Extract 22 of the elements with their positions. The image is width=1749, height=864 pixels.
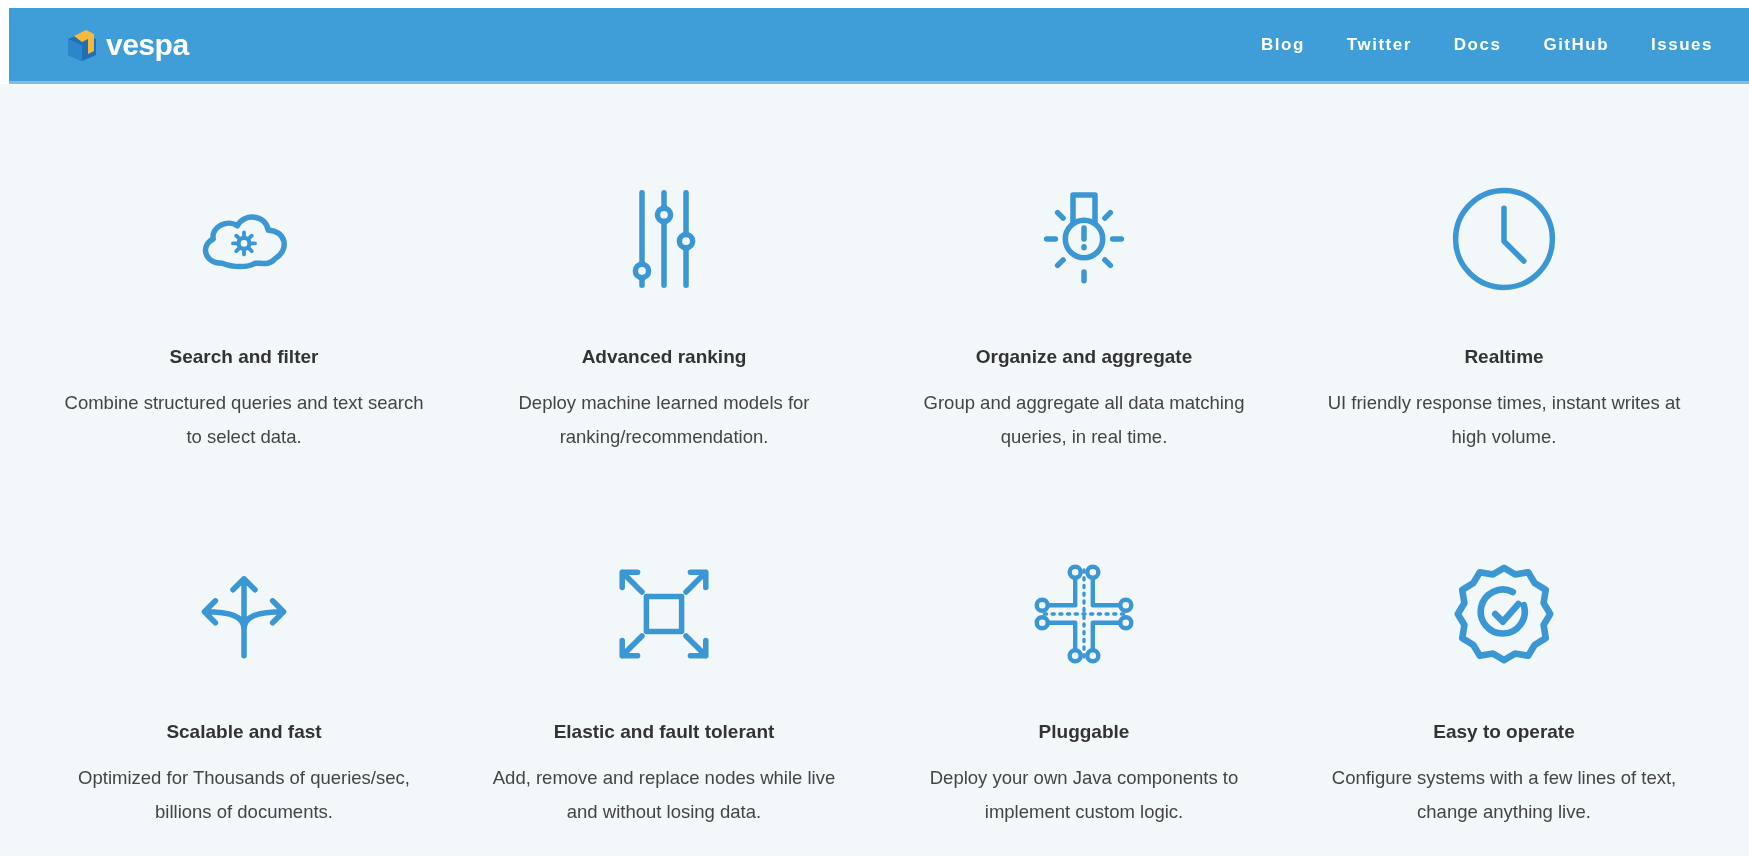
feature-title: Elastic and fault tolerant — [553, 721, 775, 743]
feature-description: Group and aggregate all data matching queries, in real time. — [922, 391, 1246, 449]
nav-link[interactable]: Docs — [1453, 34, 1502, 55]
feature-description: Deploy machine learned models for ranking/recommendation. — [517, 391, 811, 449]
feature-description: Optimized for Thousands of queries/sec, billions of documents. — [77, 766, 411, 824]
feature-description: Combine structured queries and text search to select data. — [63, 391, 425, 449]
nav-link[interactable]: Blog — [1261, 34, 1305, 55]
feature-title: Search and filter — [169, 346, 319, 368]
feature-description: UI friendly response times, instant writes at high volume. — [1326, 391, 1682, 449]
feature-description: Configure systems with a few lines of text, change anything live. — [1330, 766, 1678, 824]
feature-title: Organize and aggregate — [975, 346, 1193, 368]
feature-title: Easy to operate — [1433, 721, 1575, 743]
nav-link[interactable]: Twitter — [1346, 34, 1412, 55]
nav-link[interactable]: GitHub — [1543, 34, 1610, 55]
feature-title: Pluggable — [1038, 721, 1130, 743]
logo-text[interactable]: vespa — [106, 27, 189, 62]
feature-title: Realtime — [1464, 346, 1544, 368]
feature-title: Advanced ranking — [581, 346, 747, 368]
feature-description: Deploy your own Java components to implement custom logic. — [928, 766, 1240, 824]
feature-description: Add, remove and replace nodes while live and without losing data. — [491, 766, 837, 824]
feature-title: Scalable and fast — [166, 721, 322, 743]
nav-link[interactable]: Issues — [1651, 34, 1713, 55]
